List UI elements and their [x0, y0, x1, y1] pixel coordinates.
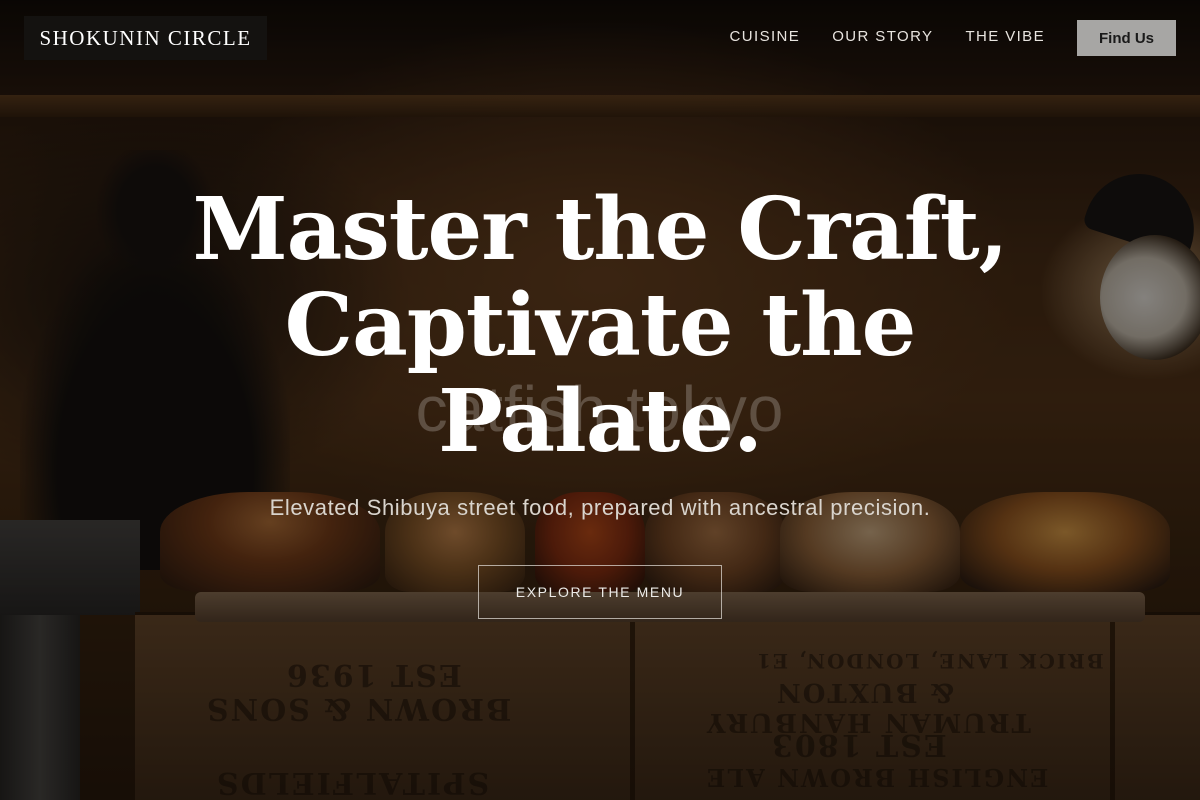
find-us-button[interactable]: Find Us	[1077, 20, 1176, 56]
hero-subheadline: Elevated Shibuya street food, prepared w…	[269, 495, 931, 520]
headline-line: Palate.	[438, 371, 763, 472]
hero-section: EST 1936 BROWN & SONS SPITALFIELDS BRICK…	[0, 0, 1200, 800]
brand-logo[interactable]: SHOKUNIN CIRCLE	[24, 16, 267, 60]
nav-link-the-vibe[interactable]: THE VIBE	[965, 28, 1045, 45]
headline-line: Captivate the	[284, 275, 917, 376]
headline-line: Master the Craft,	[192, 179, 1008, 280]
hero-headline: Master the Craft, Captivate the Palate.	[0, 182, 1200, 470]
nav-link-our-story[interactable]: OUR STORY	[832, 28, 933, 45]
explore-menu-button[interactable]: EXPLORE THE MENU	[478, 565, 722, 619]
nav-link-cuisine[interactable]: CUISINE	[730, 28, 801, 45]
main-nav: CUISINE OUR STORY THE VIBE	[730, 28, 1045, 45]
